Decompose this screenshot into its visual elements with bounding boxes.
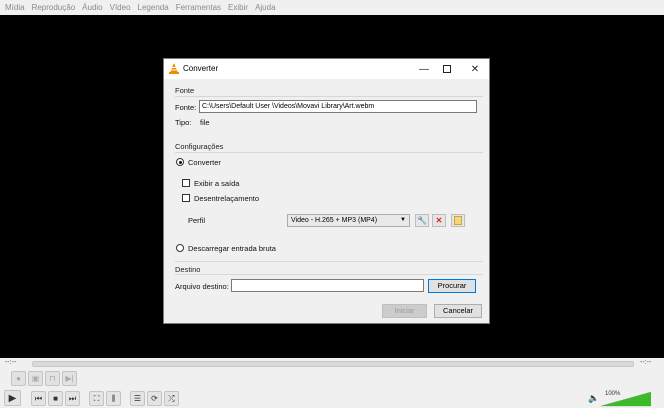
previous-button[interactable]: ⏮ — [31, 391, 46, 406]
playlist-icon: ☰ — [133, 394, 142, 403]
convert-radio[interactable] — [176, 158, 184, 166]
menu-audio[interactable]: Áudio — [82, 0, 102, 15]
dialog-titlebar[interactable]: Converter — ✕ — [164, 59, 489, 79]
next-button[interactable]: ⏭ — [65, 391, 80, 406]
speaker-icon[interactable]: 🔈 — [588, 393, 599, 404]
settings-divider — [175, 152, 483, 153]
type-value: file — [200, 118, 210, 127]
next-icon: ⏭ — [68, 393, 77, 403]
shuffle-button[interactable]: ⤮ — [164, 391, 179, 406]
edit-profile-button[interactable]: 🔧 — [415, 214, 429, 227]
loop-icon: ⟳ — [151, 394, 158, 403]
new-profile-button[interactable] — [451, 214, 465, 227]
record-button[interactable]: ● — [11, 371, 26, 386]
extended-settings-button[interactable]: ⫼ — [106, 391, 121, 406]
previous-icon: ⏮ — [34, 393, 43, 403]
frame-step-button[interactable]: ▶| — [62, 371, 77, 386]
dropdown-arrow-icon: ▼ — [400, 217, 406, 223]
convert-radio-label[interactable]: Converter — [188, 158, 221, 167]
shuffle-icon: ⤮ — [168, 393, 175, 403]
source-label: Fonte: — [175, 103, 197, 112]
snapshot-button[interactable]: ▣ — [28, 371, 43, 386]
record-icon: ● — [16, 374, 21, 383]
browse-button[interactable]: Procurar — [428, 279, 476, 293]
source-divider — [175, 96, 483, 97]
loop-ab-button[interactable]: ⊓ — [45, 371, 60, 386]
volume-slider[interactable] — [601, 392, 651, 407]
time-total[interactable]: --:-- — [640, 358, 651, 368]
seek-slider[interactable] — [32, 361, 634, 367]
deinterlace-checkbox[interactable] — [182, 194, 190, 202]
stop-button[interactable]: ■ — [48, 391, 63, 406]
play-icon: ▶ — [8, 392, 17, 404]
close-button[interactable]: ✕ — [462, 59, 488, 79]
stop-icon: ■ — [53, 394, 58, 403]
equalizer-icon: ⫼ — [111, 393, 116, 403]
minimize-icon: — — [419, 63, 429, 75]
show-output-checkbox[interactable] — [182, 179, 190, 187]
dump-raw-label[interactable]: Descarregar entrada bruta — [188, 244, 276, 253]
fullscreen-button[interactable]: ⛶ — [89, 391, 104, 406]
menu-bar: Mídia Reprodução Áudio Vídeo Legenda Fer… — [0, 0, 664, 15]
camera-icon: ▣ — [31, 374, 40, 383]
converter-dialog: Converter — ✕ Fonte Fonte: C:\Users\Defa… — [163, 58, 490, 324]
fullscreen-icon: ⛶ — [93, 393, 100, 403]
menu-subtitle[interactable]: Legenda — [138, 0, 169, 15]
dest-file-label: Arquivo destino: — [175, 282, 229, 291]
settings-section-title: Configurações — [175, 142, 224, 151]
maximize-button[interactable] — [434, 59, 460, 79]
dialog-title: Converter — [183, 64, 219, 73]
source-section-title: Fonte — [175, 86, 195, 95]
new-profile-icon — [454, 216, 462, 225]
time-elapsed[interactable]: --:-- — [5, 358, 16, 368]
dest-file-input[interactable] — [231, 279, 424, 292]
dump-raw-radio[interactable] — [176, 244, 184, 252]
start-button[interactable]: Iniciar — [382, 304, 427, 318]
menu-help[interactable]: Ajuda — [255, 0, 275, 15]
seek-row: --:-- --:-- — [0, 358, 664, 368]
menu-view[interactable]: Exibir — [228, 0, 248, 15]
profile-select-value: Video - H.265 + MP3 (MP4) — [291, 217, 378, 224]
menu-tools[interactable]: Ferramentas — [176, 0, 221, 15]
destination-divider — [175, 274, 483, 275]
type-label: Tipo: — [175, 118, 192, 127]
profile-select[interactable]: Video - H.265 + MP3 (MP4) ▼ — [287, 214, 410, 227]
main-controls: ▶ ⏮ ■ ⏭ ⛶ ⫼ ☰ ⟳ ⤮ 🔈 100% — [0, 388, 664, 408]
loop-button[interactable]: ⟳ — [147, 391, 162, 406]
frame-step-icon: ▶| — [65, 374, 74, 383]
deinterlace-label[interactable]: Desentrelaçamento — [194, 194, 259, 203]
menu-playback[interactable]: Reprodução — [32, 0, 76, 15]
menu-video[interactable]: Vídeo — [110, 0, 131, 15]
advanced-controls: ● ▣ ⊓ ▶| — [0, 369, 664, 387]
show-output-label[interactable]: Exibir a saída — [194, 179, 239, 188]
delete-profile-button[interactable]: ✕ — [432, 214, 446, 227]
cancel-button[interactable]: Cancelar — [434, 304, 482, 318]
maximize-icon — [443, 65, 451, 73]
play-button[interactable]: ▶ — [4, 390, 21, 406]
delete-x-icon: ✕ — [435, 216, 443, 225]
destination-top-divider — [175, 261, 483, 262]
ab-loop-icon: ⊓ — [49, 374, 56, 383]
playlist-button[interactable]: ☰ — [130, 391, 145, 406]
source-field[interactable]: C:\Users\Default User \Videos\Movavi Lib… — [199, 100, 477, 113]
menu-media[interactable]: Mídia — [5, 0, 25, 15]
wrench-icon: 🔧 — [417, 216, 427, 225]
vlc-cone-icon — [169, 63, 179, 74]
destination-section-title: Destino — [175, 265, 201, 274]
profile-label: Perfil — [188, 216, 206, 225]
close-icon: ✕ — [470, 63, 480, 75]
